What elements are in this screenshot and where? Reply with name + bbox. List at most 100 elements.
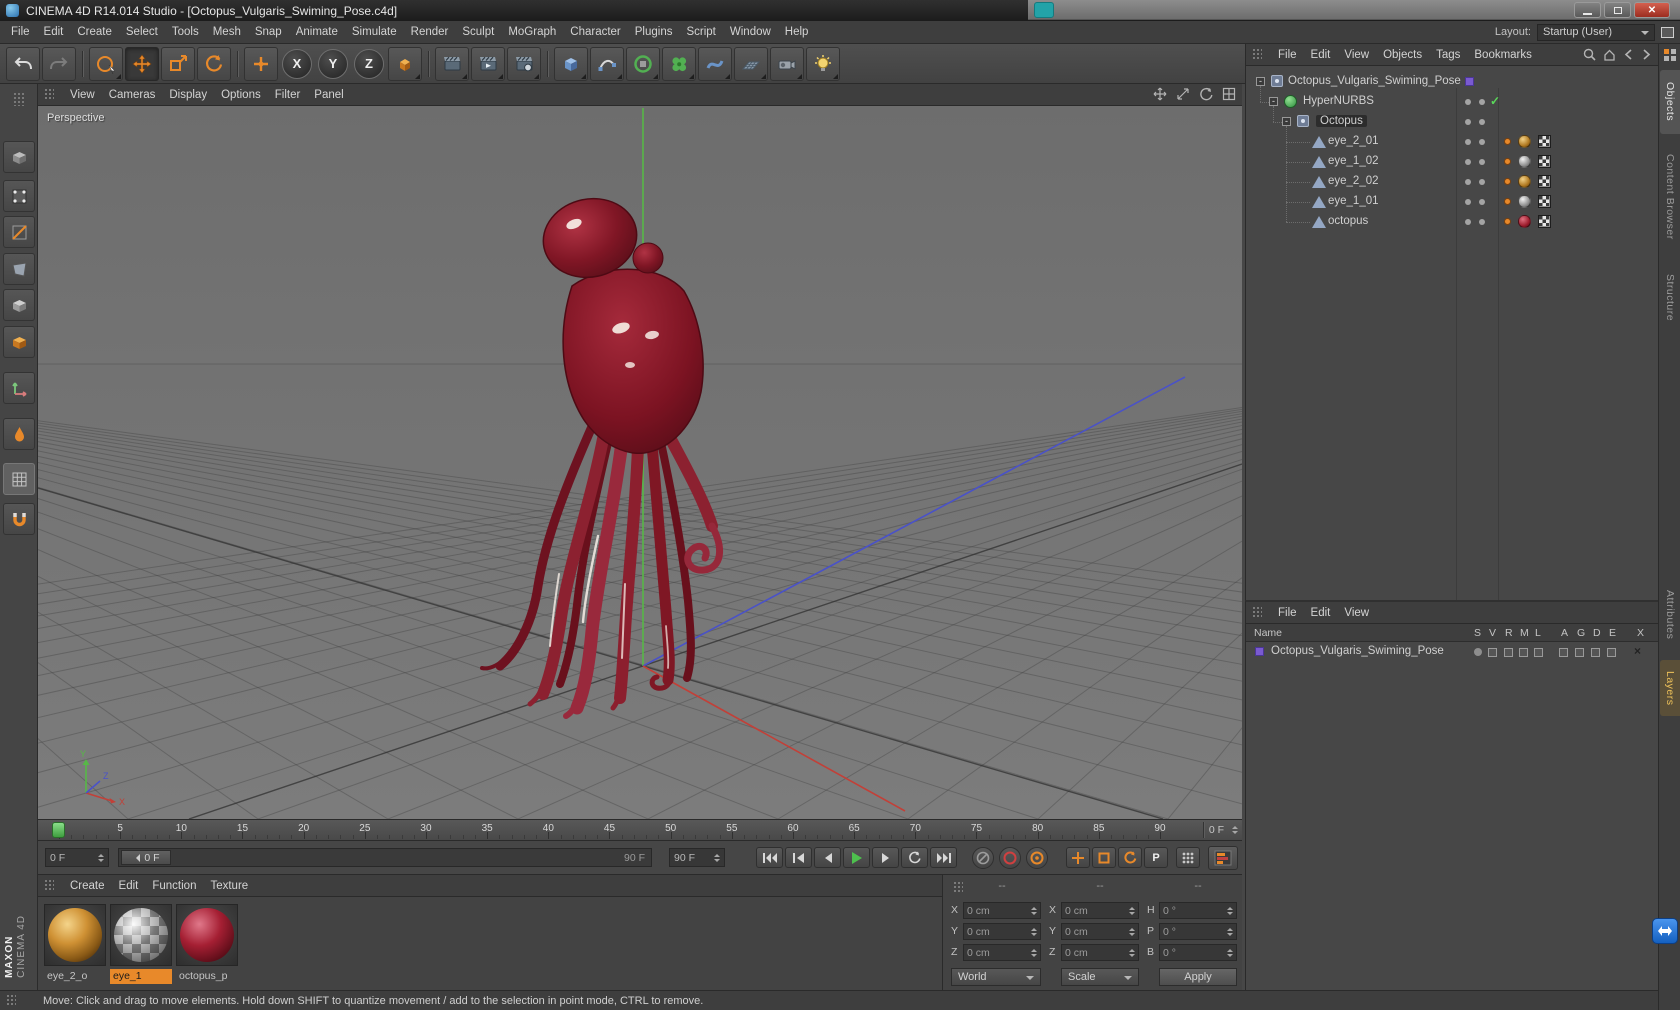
viewport-rotate-icon[interactable] bbox=[1199, 87, 1213, 101]
menu-file[interactable]: File bbox=[4, 23, 37, 41]
frame-stepper[interactable] bbox=[1232, 823, 1238, 837]
coordinate-field[interactable]: 0 ° bbox=[1159, 923, 1237, 940]
coordinate-field[interactable]: 0 cm bbox=[963, 923, 1041, 940]
menu-create[interactable]: Create bbox=[70, 23, 119, 41]
end-frame-field[interactable]: 90 F bbox=[669, 848, 725, 867]
z-axis-lock-button[interactable]: Z bbox=[354, 48, 384, 79]
render-visibility-dot[interactable] bbox=[1479, 199, 1485, 205]
object-manager-menu-tags[interactable]: Tags bbox=[1429, 46, 1467, 64]
menu-edit[interactable]: Edit bbox=[37, 23, 71, 41]
render-settings-button[interactable] bbox=[507, 46, 541, 81]
material-thumbnail[interactable] bbox=[110, 904, 172, 966]
coordinate-field[interactable]: 0 ° bbox=[1159, 902, 1237, 919]
rotate-tool-button[interactable] bbox=[197, 46, 231, 81]
live-selection-button[interactable] bbox=[89, 46, 123, 81]
timeline-ruler[interactable]: 051015202530354045505560657075808590 0 F bbox=[38, 819, 1242, 841]
layer-row[interactable]: Octopus_Vulgaris_Swiming_Pose × bbox=[1246, 642, 1658, 662]
enabled-check-icon[interactable]: ✓ bbox=[1490, 94, 1500, 108]
panel-grip[interactable] bbox=[1252, 48, 1262, 61]
tab-structure[interactable]: Structure bbox=[1660, 260, 1680, 336]
coordinate-field[interactable]: 0 cm bbox=[1061, 923, 1139, 940]
x-axis-lock-button[interactable]: X bbox=[282, 48, 312, 79]
menu-select[interactable]: Select bbox=[119, 23, 165, 41]
viewport-toggle-icon[interactable] bbox=[1222, 87, 1236, 101]
add-hypernurbs-button[interactable] bbox=[626, 46, 660, 81]
object-name[interactable]: eye_2_02 bbox=[1328, 175, 1379, 187]
tab-layers[interactable]: Layers bbox=[1660, 660, 1680, 716]
layer-menu-view[interactable]: View bbox=[1337, 604, 1376, 622]
coordinate-space-dropdown[interactable]: World bbox=[951, 968, 1041, 986]
layer-menu-file[interactable]: File bbox=[1271, 604, 1304, 622]
viewport-canvas[interactable]: Perspective Y X Z bbox=[38, 106, 1242, 819]
object-name[interactable]: HyperNURBS bbox=[1303, 95, 1374, 107]
material-name[interactable]: octopus_p bbox=[176, 969, 238, 984]
goto-start-button[interactable] bbox=[756, 847, 783, 868]
viewport-menu-cameras[interactable]: Cameras bbox=[102, 86, 163, 104]
tree-expander-icon[interactable]: - bbox=[1282, 117, 1291, 126]
render-to-picture-viewer-button[interactable] bbox=[471, 46, 505, 81]
material-tag-icon[interactable] bbox=[1518, 215, 1531, 228]
y-axis-lock-button[interactable]: Y bbox=[318, 48, 348, 79]
layer-name[interactable]: Octopus_Vulgaris_Swiming_Pose bbox=[1271, 645, 1444, 657]
menu-animate[interactable]: Animate bbox=[289, 23, 345, 41]
viewport-zoom-icon[interactable] bbox=[1176, 87, 1190, 101]
material-tag-icon[interactable] bbox=[1518, 175, 1531, 188]
redo-button[interactable] bbox=[42, 46, 76, 81]
teamviewer-icon[interactable] bbox=[1652, 918, 1678, 944]
object-name[interactable]: eye_2_01 bbox=[1328, 135, 1379, 147]
keyframe-selection-button[interactable] bbox=[1026, 847, 1048, 869]
phong-tag-icon[interactable] bbox=[1504, 158, 1511, 165]
coordinate-field[interactable]: 0 cm bbox=[963, 902, 1041, 919]
editor-visibility-dot[interactable] bbox=[1465, 119, 1471, 125]
layer-row-icon[interactable] bbox=[1559, 648, 1568, 657]
delete-icon[interactable]: × bbox=[1634, 644, 1641, 658]
texture-tag-icon[interactable] bbox=[1538, 195, 1551, 208]
value-stepper[interactable] bbox=[1031, 946, 1037, 960]
timeline-slider-thumb[interactable]: 0 F bbox=[121, 850, 171, 865]
menu-tools[interactable]: Tools bbox=[165, 23, 206, 41]
menu-simulate[interactable]: Simulate bbox=[345, 23, 404, 41]
current-frame-marker[interactable] bbox=[52, 822, 65, 838]
viewport-menu-display[interactable]: Display bbox=[162, 86, 214, 104]
make-editable-button[interactable] bbox=[3, 141, 35, 173]
add-mograph-button[interactable] bbox=[662, 46, 696, 81]
layer-row-icon[interactable] bbox=[1504, 648, 1513, 657]
viewport-pan-icon[interactable] bbox=[1153, 87, 1167, 101]
menu-window[interactable]: Window bbox=[723, 23, 778, 41]
object-manager-menu-objects[interactable]: Objects bbox=[1376, 46, 1429, 64]
render-visibility-dot[interactable] bbox=[1479, 119, 1485, 125]
layer-row-icon[interactable] bbox=[1575, 648, 1584, 657]
object-name[interactable]: Octopus bbox=[1316, 115, 1367, 127]
viewport-menu-filter[interactable]: Filter bbox=[268, 86, 308, 104]
previous-key-button[interactable] bbox=[785, 847, 812, 868]
viewport-menu-view[interactable]: View bbox=[63, 86, 102, 104]
move-tool-button[interactable] bbox=[125, 46, 159, 81]
ruler-frame-field[interactable]: 0 F bbox=[1209, 824, 1224, 836]
object-manager-menu-bookmarks[interactable]: Bookmarks bbox=[1467, 46, 1539, 64]
home-icon[interactable] bbox=[1603, 48, 1616, 61]
material-tag-icon[interactable] bbox=[1518, 155, 1531, 168]
timeline-slider[interactable]: 0 F 90 F bbox=[118, 848, 652, 867]
add-cube-button[interactable] bbox=[554, 46, 588, 81]
goto-end-button[interactable] bbox=[930, 847, 957, 868]
key-parameter-button[interactable]: P bbox=[1144, 847, 1168, 868]
phong-tag-icon[interactable] bbox=[1504, 178, 1511, 185]
start-frame-stepper[interactable] bbox=[98, 851, 104, 865]
apply-button[interactable]: Apply bbox=[1159, 968, 1237, 986]
play-mode-cycle-button[interactable] bbox=[901, 847, 928, 868]
tab-attributes[interactable]: Attributes bbox=[1660, 578, 1680, 652]
value-stepper[interactable] bbox=[1227, 946, 1233, 960]
menu-render[interactable]: Render bbox=[404, 23, 456, 41]
material-name[interactable]: eye_2_o bbox=[44, 969, 106, 984]
menu-sculpt[interactable]: Sculpt bbox=[455, 23, 501, 41]
minimize-button[interactable] bbox=[1574, 2, 1601, 18]
end-frame-stepper[interactable] bbox=[714, 851, 720, 865]
coordinate-field[interactable]: 0 cm bbox=[1061, 902, 1139, 919]
tab-content-browser[interactable]: Content Browser bbox=[1660, 142, 1680, 252]
object-name[interactable]: eye_1_02 bbox=[1328, 155, 1379, 167]
texture-tag-icon[interactable] bbox=[1538, 215, 1551, 228]
value-stepper[interactable] bbox=[1129, 925, 1135, 939]
keyframe-options-button[interactable] bbox=[1176, 847, 1200, 868]
tab-objects[interactable]: Objects bbox=[1660, 70, 1680, 134]
previous-frame-button[interactable] bbox=[814, 847, 841, 868]
